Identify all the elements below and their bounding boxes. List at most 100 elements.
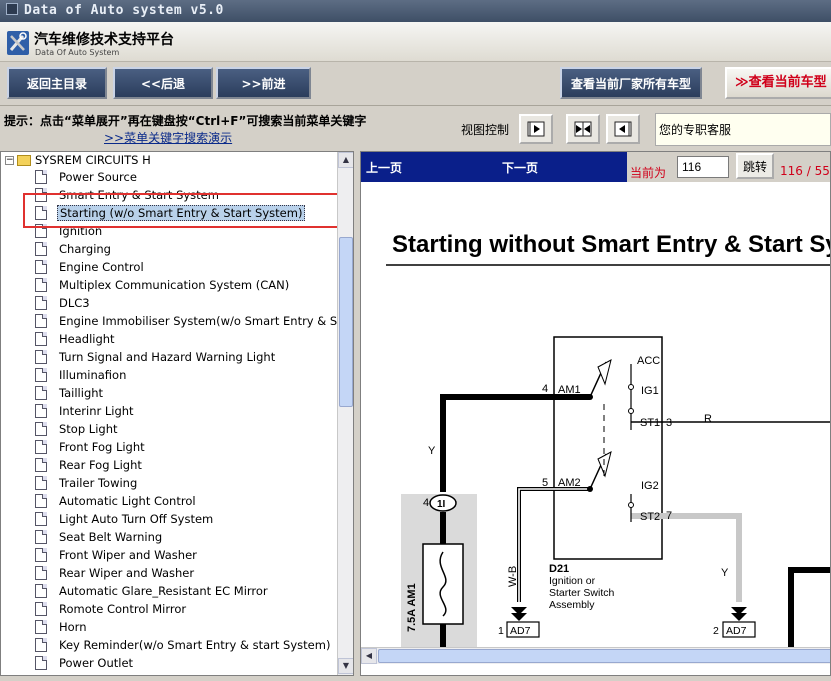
page-icon	[35, 260, 47, 274]
search-demo-link[interactable]: >>菜单关键字搜索演示	[104, 129, 232, 146]
tree-item-label: Light Auto Turn Off System	[59, 512, 214, 526]
tree-item-label: Headlight	[59, 332, 115, 346]
terminal-am2: AM2	[558, 477, 581, 489]
tree-item[interactable]: Engine Control	[35, 258, 146, 276]
left-connector-arrows	[511, 607, 527, 621]
forward-button[interactable]: >>前进	[216, 67, 311, 99]
customer-service-box[interactable]: 您的专职客服	[655, 113, 831, 146]
tree-item[interactable]: Key Reminder(w/o Smart Entry & start Sys…	[35, 636, 332, 654]
tree-root-label: SYSREM CIRCUITS H	[35, 153, 151, 167]
scroll-down-arrow-icon[interactable]: ▼	[338, 658, 353, 674]
tree-item[interactable]: Front Fog Light	[35, 438, 147, 456]
tree-item-label: Front Wiper and Washer	[59, 548, 197, 562]
tree-item[interactable]: Turn Signal and Hazard Warning Light	[35, 348, 277, 366]
prev-page-link[interactable]: 上一页	[366, 159, 402, 176]
tree-item-label: Multiplex Communication System (CAN)	[59, 278, 290, 292]
tree-item[interactable]: Trailer Towing	[35, 474, 139, 492]
fuse-connector-pin: 4	[423, 497, 429, 509]
tree-item[interactable]: Engine Immobiliser System(w/o Smart Entr…	[35, 312, 353, 330]
diagram-title: Starting without Smart Entry & Start Sys…	[392, 231, 831, 258]
fuse-label: 7.5A AM1	[406, 583, 418, 632]
current-model-button[interactable]: ≫查看当前车型	[725, 67, 831, 99]
view-expand-right-button[interactable]	[519, 114, 553, 144]
tree-item[interactable]: Automatic Glare_Resistant EC Mirror	[35, 582, 270, 600]
tree-item-label: Interinr Light	[59, 404, 134, 418]
tree-item[interactable]: Automatic Light Control	[35, 492, 198, 510]
tree-item[interactable]: Stop Light	[35, 420, 120, 438]
page-icon	[35, 620, 47, 634]
tree-item[interactable]: Seat Belt Warning	[35, 528, 164, 546]
page-icon	[35, 296, 47, 310]
tree-item-label: Key Reminder(w/o Smart Entry & start Sys…	[59, 638, 331, 652]
page-icon	[35, 602, 47, 616]
page-jump-group: 当前为 跳转 116 / 554	[627, 152, 830, 182]
tree-item-label: Stop Light	[59, 422, 118, 436]
right-ad7-pin: 2	[713, 625, 719, 637]
tree-item[interactable]: Rear Wiper and Washer	[35, 564, 196, 582]
page-icon	[35, 404, 47, 418]
app-name: 汽车维修技术支持平台	[34, 32, 174, 48]
page-icon	[35, 584, 47, 598]
tree-item[interactable]: Light Auto Turn Off System	[35, 510, 215, 528]
tree-item[interactable]: Charging	[35, 240, 113, 258]
left-ad7-pin: 1	[498, 625, 504, 637]
hint-text: 提示：点击“菜单展开”再在键盘按“Ctrl+F”可搜索当前菜单关键字	[4, 114, 367, 128]
window-titlebar: Data of Auto system v5.0	[0, 0, 831, 22]
tree-item-label: Power Outlet	[59, 656, 134, 670]
terminal-st1: ST1	[640, 417, 660, 429]
tree-item[interactable]: Interinr Light	[35, 402, 136, 420]
collapse-toggle-icon[interactable]: −	[5, 155, 14, 165]
page-icon	[35, 350, 47, 364]
tree-item[interactable]: Front Wiper and Washer	[35, 546, 199, 564]
app-window-icon	[6, 3, 18, 15]
wire-color-y-right: Y	[721, 567, 729, 579]
scroll-up-arrow-icon[interactable]: ▲	[338, 152, 353, 168]
arrow-right-bar-icon	[527, 121, 545, 137]
tree-root-node[interactable]: − SYSREM CIRCUITS H	[5, 152, 151, 168]
tree-item[interactable]: Taillight	[35, 384, 105, 402]
tree-item[interactable]: DLC3	[35, 294, 92, 312]
page-icon	[35, 332, 47, 346]
back-button[interactable]: <<后退	[113, 67, 213, 99]
tree-item[interactable]: Romote Control Mirror	[35, 600, 188, 618]
tree-vertical-scrollbar[interactable]: ▲ ▼	[337, 152, 353, 675]
tree-item-label: Power Source	[59, 170, 137, 184]
jump-button[interactable]: 跳转	[736, 153, 774, 179]
next-page-link[interactable]: 下一页	[502, 159, 538, 176]
tree-item-label: Trailer Towing	[59, 476, 138, 490]
scroll-left-arrow-icon[interactable]: ◀	[361, 648, 377, 664]
tree-item[interactable]: Horn	[35, 618, 89, 636]
tree-item[interactable]: Rear Fog Light	[35, 456, 144, 474]
st1-pin-number: 3	[666, 417, 672, 429]
view-split-button[interactable]	[566, 114, 600, 144]
maker-models-button[interactable]: 查看当前厂家所有车型	[560, 67, 702, 99]
content-panel: 上一页 下一页 当前为 跳转 116 / 554 Starting withou…	[360, 151, 831, 676]
tree-item[interactable]: Multiplex Communication System (CAN)	[35, 276, 291, 294]
fuse-body	[422, 543, 464, 625]
page-icon	[35, 440, 47, 454]
page-number-input[interactable]	[677, 156, 729, 178]
circuit-tree-panel: − SYSREM CIRCUITS H Power Source Smart En…	[0, 151, 354, 676]
diagram-horizontal-scrollbar[interactable]: ◀	[361, 647, 830, 664]
tree-item[interactable]: Power Outlet	[35, 654, 135, 672]
wiring-diagram-svg: Starting without Smart Entry & Start Sys…	[386, 231, 831, 647]
view-expand-left-button[interactable]	[606, 114, 640, 144]
tree-item[interactable]: Power Source	[35, 168, 139, 186]
diagram-scroll-thumb[interactable]	[378, 649, 830, 663]
right-output-wire	[788, 567, 830, 647]
tree-item-label: Horn	[59, 620, 87, 634]
home-button[interactable]: 返回主目录	[7, 67, 107, 99]
tree-item[interactable]: Headlight	[35, 330, 117, 348]
right-ad7-label: AD7	[726, 625, 747, 637]
tree-item-label: Engine Control	[59, 260, 144, 274]
tree-item[interactable]: Illuminafion	[35, 366, 128, 384]
page-icon	[35, 656, 47, 670]
tree-item-label: Romote Control Mirror	[59, 602, 187, 616]
wire-color-r: R	[704, 413, 712, 425]
fuse-connector-label: 1I	[437, 499, 446, 510]
tree-scroll-thumb[interactable]	[339, 237, 353, 407]
wire-color-y-left: Y	[428, 445, 436, 457]
left-ad7-label: AD7	[510, 625, 531, 637]
tree-item-label: Turn Signal and Hazard Warning Light	[59, 350, 276, 364]
terminal-ig2: IG2	[641, 480, 659, 492]
